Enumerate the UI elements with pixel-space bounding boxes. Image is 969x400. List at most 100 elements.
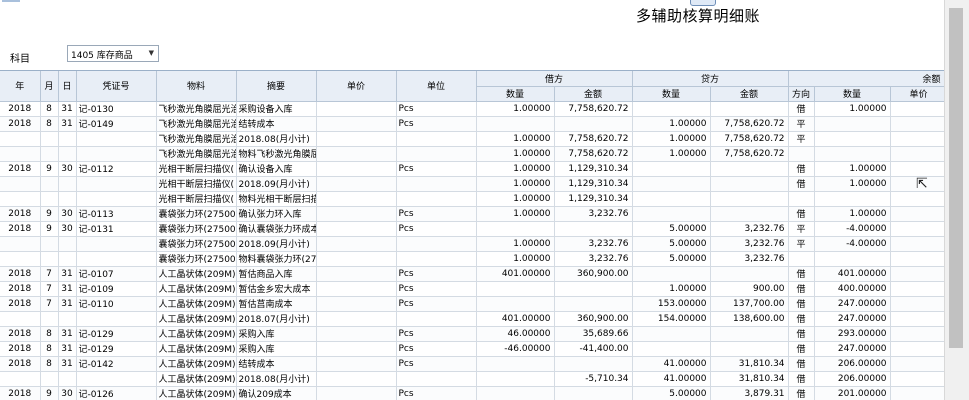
- cell-y[interactable]: 2018: [0, 356, 41, 372]
- cell-dir[interactable]: 平: [788, 236, 815, 252]
- cell-price[interactable]: [316, 266, 397, 282]
- cell-y[interactable]: 2018: [0, 296, 41, 312]
- cell-dq[interactable]: [476, 116, 555, 132]
- cell-v[interactable]: 记-0149: [76, 116, 157, 132]
- cell-bq[interactable]: 1.00000: [814, 161, 891, 177]
- cell-bq[interactable]: 400.00000: [814, 281, 891, 297]
- cell-bq[interactable]: [814, 116, 891, 132]
- cell-m[interactable]: 8: [40, 326, 59, 342]
- cell-dq[interactable]: [476, 221, 555, 237]
- cell-cq[interactable]: 41.00000: [632, 371, 711, 387]
- table-row[interactable]: 2018 7 31 记-0107 人工晶状体(209M) 暂估商品入库 Pcs 401.000…: [0, 266, 944, 282]
- cell-da[interactable]: 360,900.00: [554, 311, 633, 327]
- cell-mat[interactable]: 人工晶状体(209M): [156, 371, 237, 387]
- cell-unit[interactable]: Pcs: [396, 386, 477, 400]
- cell-dq[interactable]: [476, 386, 555, 400]
- cell-da[interactable]: 3,232.76: [554, 236, 633, 252]
- col-balance-qty[interactable]: 数量: [814, 86, 891, 102]
- cell-sum[interactable]: 确认设备入库: [236, 161, 317, 177]
- cell-sum[interactable]: 暂估金乡宏大成本: [236, 281, 317, 297]
- cell-unit[interactable]: Pcs: [396, 161, 477, 177]
- cell-ca[interactable]: 7,758,620.72: [710, 131, 789, 147]
- cell-sum[interactable]: 确认张力环入库: [236, 206, 317, 222]
- table-row[interactable]: 2018 9 30 记-0113 囊袋张力环(27500 确认张力环入库 Pcs 1.0000…: [0, 206, 944, 222]
- cell-v[interactable]: [76, 191, 157, 207]
- cell-da[interactable]: 35,689.66: [554, 326, 633, 342]
- cell-d[interactable]: 31: [58, 281, 77, 297]
- cell-dir[interactable]: 借: [788, 101, 815, 117]
- cell-mat[interactable]: 人工晶状体(209M): [156, 386, 237, 400]
- cell-price[interactable]: [316, 356, 397, 372]
- cell-da[interactable]: 1,129,310.34: [554, 176, 633, 192]
- cell-sum[interactable]: 物料飞秒激光角膜屈: [236, 146, 317, 162]
- cell-m[interactable]: 9: [40, 221, 59, 237]
- cell-dir[interactable]: 借: [788, 326, 815, 342]
- cell-unit[interactable]: Pcs: [396, 221, 477, 237]
- cell-sum[interactable]: 物料囊袋张力环(27: [236, 251, 317, 267]
- cell-unit[interactable]: [396, 191, 477, 207]
- cell-da[interactable]: [554, 221, 633, 237]
- cell-ca[interactable]: [710, 176, 789, 192]
- cell-bq[interactable]: 247.00000: [814, 296, 891, 312]
- cell-sum[interactable]: 结转成本: [236, 356, 317, 372]
- cell-m[interactable]: [40, 236, 59, 252]
- cell-bp[interactable]: [890, 206, 944, 222]
- cell-da[interactable]: [554, 386, 633, 400]
- cell-v[interactable]: [76, 131, 157, 147]
- cell-bp[interactable]: [890, 131, 944, 147]
- cell-dir[interactable]: 借: [788, 266, 815, 282]
- cell-mat[interactable]: 人工晶状体(209M): [156, 296, 237, 312]
- cell-m[interactable]: [40, 176, 59, 192]
- cell-y[interactable]: 2018: [0, 116, 41, 132]
- cell-unit[interactable]: [396, 236, 477, 252]
- cell-mat[interactable]: 光相干断层扫描仪(: [156, 176, 237, 192]
- cell-price[interactable]: [316, 326, 397, 342]
- cell-bq[interactable]: 401.00000: [814, 266, 891, 282]
- cell-mat[interactable]: 人工晶状体(209M): [156, 281, 237, 297]
- cell-mat[interactable]: 光相干断层扫描仪(: [156, 161, 237, 177]
- cell-da[interactable]: 7,758,620.72: [554, 131, 633, 147]
- cell-bq[interactable]: -4.00000: [814, 236, 891, 252]
- cell-d[interactable]: [58, 251, 77, 267]
- cell-bp[interactable]: [890, 371, 944, 387]
- cell-v[interactable]: 记-0129: [76, 326, 157, 342]
- cell-mat[interactable]: 囊袋张力环(27500: [156, 221, 237, 237]
- cell-unit[interactable]: [396, 146, 477, 162]
- cell-d[interactable]: [58, 191, 77, 207]
- col-balance-price[interactable]: 单价: [890, 86, 944, 102]
- cell-d[interactable]: 31: [58, 326, 77, 342]
- cell-unit[interactable]: [396, 251, 477, 267]
- cell-bp[interactable]: [890, 236, 944, 252]
- cell-sum[interactable]: 确认囊袋张力环成本: [236, 221, 317, 237]
- cell-price[interactable]: [316, 251, 397, 267]
- cell-cq[interactable]: 1.00000: [632, 116, 711, 132]
- cell-bq[interactable]: 1.00000: [814, 101, 891, 117]
- vertical-scrollbar[interactable]: [944, 0, 969, 400]
- cell-cq[interactable]: 5.00000: [632, 386, 711, 400]
- cell-dir[interactable]: 借: [788, 176, 815, 192]
- cell-y[interactable]: [0, 191, 41, 207]
- cell-dq[interactable]: 1.00000: [476, 236, 555, 252]
- table-row[interactable]: 2018 8 31 记-0149 飞秒激光角膜屈光治 结转成本 Pcs 1.00000 7,75…: [0, 116, 944, 132]
- cell-dir[interactable]: 借: [788, 206, 815, 222]
- cell-bp[interactable]: [890, 311, 944, 327]
- cell-bq[interactable]: 247.00000: [814, 311, 891, 327]
- cell-unit[interactable]: Pcs: [396, 266, 477, 282]
- cell-y[interactable]: 2018: [0, 281, 41, 297]
- cell-d[interactable]: 31: [58, 266, 77, 282]
- cell-bq[interactable]: 201.00000: [814, 386, 891, 400]
- cell-cq[interactable]: 1.00000: [632, 146, 711, 162]
- cell-d[interactable]: 30: [58, 206, 77, 222]
- cell-sum[interactable]: 2018.09(月小计): [236, 176, 317, 192]
- cell-m[interactable]: 8: [40, 101, 59, 117]
- cell-unit[interactable]: Pcs: [396, 101, 477, 117]
- cell-unit[interactable]: Pcs: [396, 116, 477, 132]
- cell-ca[interactable]: [710, 191, 789, 207]
- col-summary[interactable]: 摘要: [236, 71, 317, 102]
- cell-da[interactable]: 3,232.76: [554, 206, 633, 222]
- cell-v[interactable]: [76, 176, 157, 192]
- cell-v[interactable]: [76, 371, 157, 387]
- cell-ca[interactable]: [710, 101, 789, 117]
- cell-unit[interactable]: [396, 311, 477, 327]
- cell-ca[interactable]: 900.00: [710, 281, 789, 297]
